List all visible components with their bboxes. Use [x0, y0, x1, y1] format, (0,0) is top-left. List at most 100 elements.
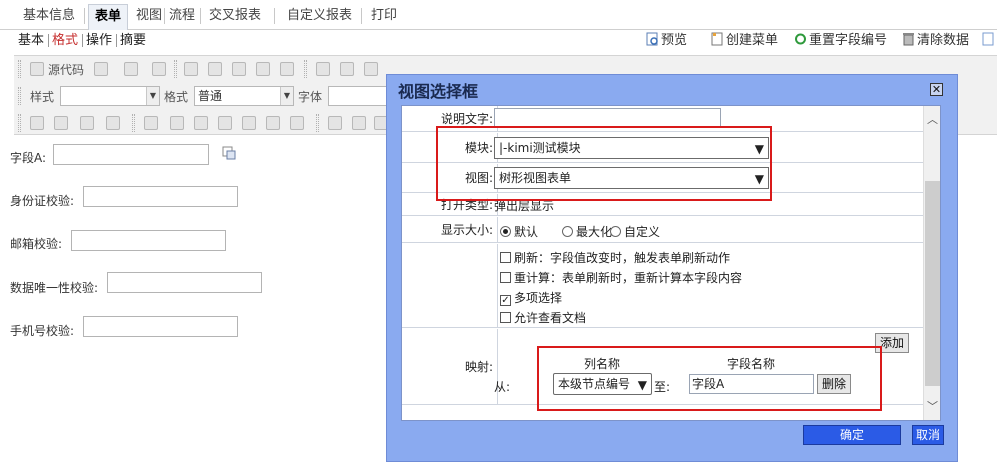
mapping-label: 映射:: [402, 329, 498, 404]
tab-custom-report[interactable]: 自定义报表: [287, 6, 352, 26]
unique-check-label: 数据唯一性校验:: [10, 281, 99, 295]
scroll-thumb[interactable]: [925, 181, 940, 386]
id-check-input[interactable]: [83, 186, 238, 207]
checkbox-icon: [500, 312, 511, 323]
sub-tab-bar: 基本 格式 操作 摘要 预览 创建菜单 重置字段编号 清除数据: [0, 30, 997, 52]
unique-check-input[interactable]: [107, 272, 262, 293]
tab-separator: [274, 8, 275, 24]
highlight-box-module-view: [436, 126, 772, 201]
subtab-operation[interactable]: 操作: [86, 32, 112, 50]
recalc-option[interactable]: 重计算：表单刷新时，重新计算本字段内容: [500, 268, 742, 288]
toolbar-grip: [174, 60, 177, 78]
reset-field-number-button[interactable]: 重置字段编号: [794, 32, 887, 50]
tree-control-icon[interactable]: [242, 116, 256, 130]
view-control-icon[interactable]: [266, 116, 280, 130]
subtab-format[interactable]: 格式: [52, 32, 78, 50]
ok-button[interactable]: 确定: [803, 425, 901, 445]
tab-view[interactable]: 视图: [136, 6, 162, 26]
button-control-icon[interactable]: [328, 116, 342, 130]
size-custom-label: 自定义: [624, 225, 661, 239]
copy-icon[interactable]: [208, 62, 222, 76]
subtab-summary[interactable]: 摘要: [120, 32, 146, 50]
subtab-basic[interactable]: 基本: [18, 32, 44, 50]
preview-icon: [646, 32, 658, 46]
paste-word-icon[interactable]: [280, 62, 294, 76]
textfield-control-icon[interactable]: [80, 116, 94, 130]
reset-icon: [795, 33, 806, 45]
view-doc-option[interactable]: 允许查看文档: [500, 308, 742, 328]
phone-check-input[interactable]: [83, 316, 238, 337]
subtab-separator: [82, 34, 83, 47]
field-picker-icon[interactable]: [222, 146, 236, 160]
size-custom-radio[interactable]: 自定义: [610, 223, 660, 240]
preview-doc-icon[interactable]: [124, 62, 138, 76]
size-max-radio[interactable]: 最大化: [562, 223, 612, 240]
undo-icon[interactable]: [316, 62, 330, 76]
font-label: 字体: [298, 90, 323, 104]
desc-input[interactable]: [494, 108, 721, 128]
textarea-control-icon[interactable]: [106, 116, 120, 130]
toolbar-grip: [18, 87, 21, 105]
font-select[interactable]: [328, 86, 388, 106]
format-select-value: 普通: [198, 89, 223, 103]
create-menu-button[interactable]: 创建菜单: [711, 32, 778, 50]
recalc-option-label: 重计算：表单刷新时，重新计算本字段内容: [514, 271, 743, 285]
template-icon[interactable]: [152, 62, 166, 76]
date-control-icon[interactable]: [170, 116, 184, 130]
subtab-separator: [48, 34, 49, 47]
image-control-icon[interactable]: [352, 116, 366, 130]
options-label-cell: [402, 244, 498, 327]
chevron-down-icon: ▼: [146, 87, 159, 105]
from-label: 从:: [494, 380, 511, 394]
reset-field-number-label: 重置字段编号: [809, 33, 888, 48]
checkbox-control-icon[interactable]: [30, 116, 44, 130]
preview-button[interactable]: 预览: [646, 32, 687, 50]
email-check-input[interactable]: [71, 230, 226, 251]
source-code-icon[interactable]: [30, 62, 44, 76]
field-a-input[interactable]: [53, 144, 209, 165]
find-icon[interactable]: [364, 62, 378, 76]
source-code-button[interactable]: 源代码: [48, 61, 84, 78]
size-default-radio[interactable]: 默认: [500, 223, 538, 240]
multi-select-option[interactable]: ✓ 多项选择: [500, 288, 742, 308]
select-control-icon[interactable]: [144, 116, 158, 130]
options-row: 刷新：字段值改变时，触发表单刷新动作 重计算：表单刷新时，重新计算本字段内容 ✓…: [402, 244, 925, 328]
paste-text-icon[interactable]: [256, 62, 270, 76]
format-select[interactable]: 普通 ▼: [194, 86, 294, 106]
subtab-separator: [116, 34, 117, 47]
style-select[interactable]: ▼: [60, 86, 160, 106]
tab-cross-report[interactable]: 交叉报表: [209, 6, 261, 26]
scroll-up-icon[interactable]: ︿: [924, 111, 940, 128]
more-icon[interactable]: [982, 32, 997, 50]
close-icon[interactable]: ✕: [930, 83, 943, 96]
tab-form[interactable]: 表单: [88, 4, 129, 30]
dialog-title: 视图选择框: [398, 82, 479, 101]
scroll-down-icon[interactable]: ﹀: [924, 398, 940, 415]
tab-print[interactable]: 打印: [371, 6, 397, 26]
file-control-icon[interactable]: [290, 116, 304, 130]
paste-icon[interactable]: [232, 62, 246, 76]
view-doc-option-label: 允许查看文档: [514, 311, 587, 325]
tab-basic-info[interactable]: 基本信息: [23, 6, 75, 26]
redo-icon[interactable]: [340, 62, 354, 76]
clear-data-button[interactable]: 清除数据: [902, 32, 969, 50]
save-icon[interactable]: [94, 62, 108, 76]
cut-icon[interactable]: [184, 62, 198, 76]
cancel-button[interactable]: 取消: [912, 425, 944, 445]
dialog-scrollbar[interactable]: ︿ ﹀: [923, 106, 940, 420]
format-label: 格式: [164, 90, 189, 104]
tab-flow[interactable]: 流程: [169, 6, 195, 26]
radio-control-icon[interactable]: [54, 116, 68, 130]
toolbar-grip: [132, 114, 135, 132]
dept-control-icon[interactable]: [194, 116, 208, 130]
radio-icon: [610, 226, 621, 237]
refresh-option[interactable]: 刷新：字段值改变时，触发表单刷新动作: [500, 248, 742, 268]
chevron-down-icon: ▼: [280, 87, 293, 105]
size-default-label: 默认: [514, 225, 539, 239]
tab-separator: [361, 8, 362, 24]
multi-select-option-label: 多项选择: [514, 291, 563, 305]
size-row: 显示大小: 默认 最大化 自定义: [402, 217, 925, 243]
user-control-icon[interactable]: [218, 116, 232, 130]
field-a-label: 字段A:: [10, 151, 47, 165]
refresh-option-label: 刷新：字段值改变时，触发表单刷新动作: [514, 251, 731, 265]
